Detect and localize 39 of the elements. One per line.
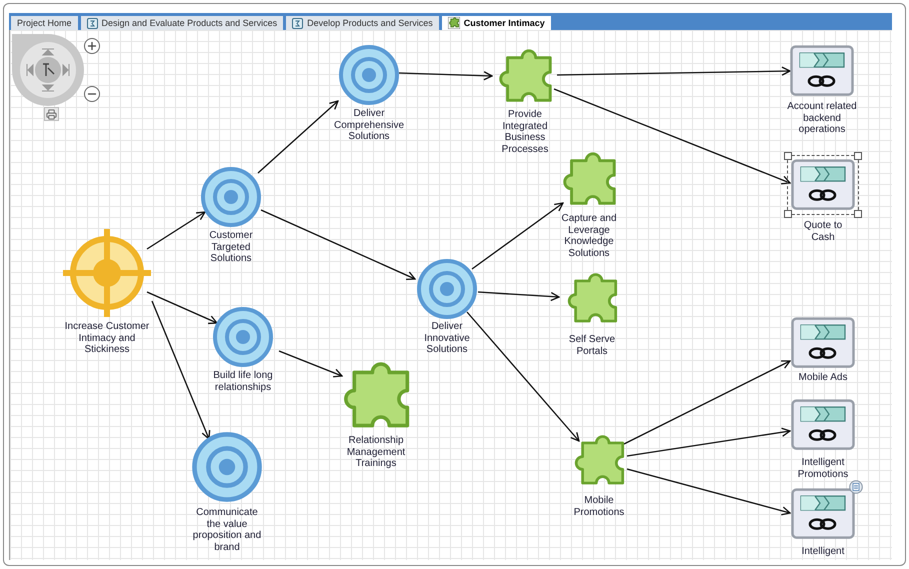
tab[interactable]: Project Home	[11, 16, 78, 30]
node-label: Quote to Cash	[802, 220, 844, 243]
process-icon	[292, 18, 304, 28]
resize-handle[interactable]	[784, 210, 792, 218]
tab-label: Project Home	[17, 18, 72, 28]
node-label: Mobile Ads	[798, 372, 848, 384]
tab-label: Design and Evaluate Products and Services	[102, 18, 278, 28]
node-label: Relationship Management Trainings	[346, 435, 406, 470]
node-label: Customer Targeted Solutions	[208, 230, 254, 264]
node-label: Self Serve Portals	[568, 334, 616, 357]
node-label: Increase Customer Intimacy and Stickiness	[64, 321, 150, 356]
node-label: Intelligent Promotions	[796, 457, 850, 480]
node-label: Build life long relationships	[212, 370, 274, 393]
resize-handle[interactable]	[854, 152, 862, 160]
node-label: Deliver Comprehensive Solutions	[332, 108, 406, 142]
zoom-out-button[interactable]	[84, 86, 100, 102]
node-label: Capture and Leverage Knowledge Solutions	[560, 213, 618, 259]
connector-arrow	[278, 350, 343, 378]
printer-icon	[46, 108, 57, 120]
node-label: Communicate the value proposition and brand	[192, 507, 262, 553]
tab-label: Customer Intimacy	[464, 18, 545, 28]
zoom-in-button[interactable]	[84, 38, 100, 54]
puzzle-piece-icon	[448, 17, 460, 29]
tab[interactable]: Design and Evaluate Products and Services	[80, 16, 284, 30]
plus-icon	[86, 40, 98, 52]
node-label: Provide Integrated Business Processes	[500, 109, 550, 155]
resize-handle[interactable]	[854, 210, 862, 218]
resize-handle[interactable]	[784, 152, 792, 160]
node-label: Account related backend operations	[787, 101, 857, 136]
tab-label: Develop Products and Services	[307, 18, 433, 28]
tab[interactable]: Develop Products and Services	[286, 16, 439, 30]
process-icon	[86, 18, 98, 28]
node-label: Intelligent	[800, 546, 846, 558]
connector-arrow	[146, 211, 206, 250]
node-label: Mobile Promotions	[572, 495, 626, 518]
print-button[interactable]	[44, 107, 59, 121]
tab[interactable]: Customer Intimacy	[442, 16, 551, 30]
node-label: Deliver Innovative Solutions	[423, 321, 471, 356]
note-badge-icon[interactable]	[849, 480, 863, 494]
